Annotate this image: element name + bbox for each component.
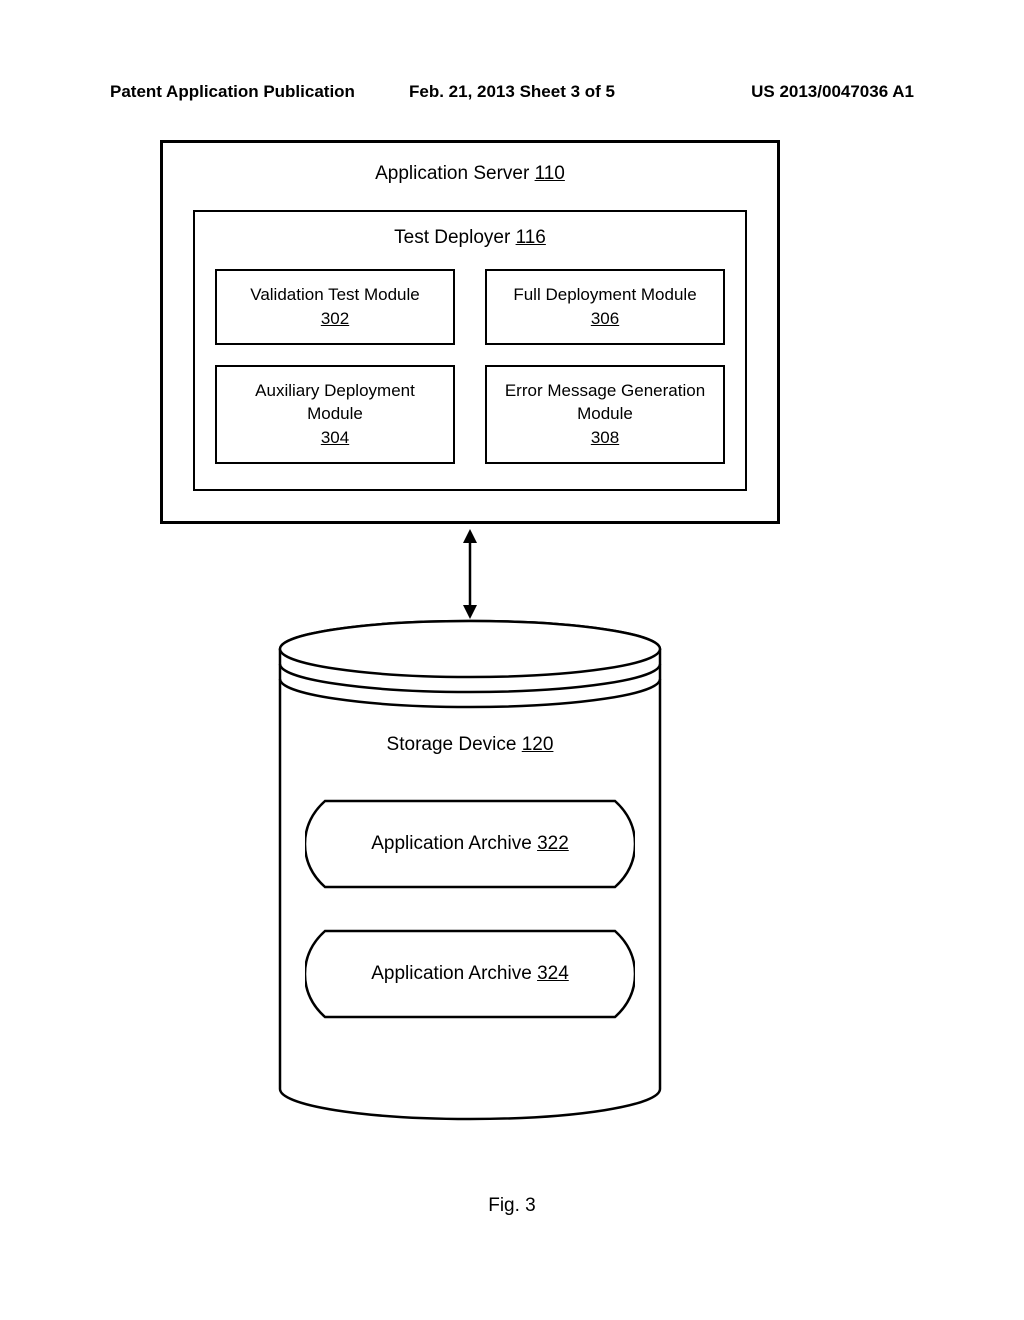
test-deployer-ref: 116 <box>516 227 546 248</box>
storage-device-label: Storage Device <box>387 734 522 755</box>
page-header: Patent Application Publication Feb. 21, … <box>110 82 914 102</box>
storage-device-cylinder: Storage Device 120 Application Archive 3… <box>275 619 665 1129</box>
test-deployer-title: Test Deployer 116 <box>215 227 725 249</box>
application-archive-1-label: Application Archive <box>371 833 537 854</box>
application-server-title: Application Server 110 <box>193 163 747 185</box>
validation-test-module-box: Validation Test Module 302 <box>215 269 455 345</box>
auxiliary-deployment-module-box: Auxiliary Deployment Module 304 <box>215 365 455 464</box>
application-archive-2-label: Application Archive <box>371 963 537 984</box>
full-deployment-module-box: Full Deployment Module 306 <box>485 269 725 345</box>
test-deployer-label: Test Deployer <box>394 227 515 248</box>
error-message-module-label: Error Message Generation Module <box>495 379 715 427</box>
error-message-module-ref: 308 <box>591 428 619 447</box>
storage-device-title: Storage Device 120 <box>275 734 665 756</box>
bidirectional-arrow-icon <box>458 529 482 619</box>
auxiliary-deployment-module-label: Auxiliary Deployment Module <box>225 379 445 427</box>
diagram-container: Application Server 110 Test Deployer 116… <box>160 140 780 1129</box>
application-archive-2-ref: 324 <box>537 963 569 984</box>
header-date-sheet: Feb. 21, 2013 Sheet 3 of 5 <box>378 82 646 102</box>
test-deployer-box: Test Deployer 116 Validation Test Module… <box>193 210 747 491</box>
error-message-module-box: Error Message Generation Module 308 <box>485 365 725 464</box>
auxiliary-deployment-module-ref: 304 <box>321 428 349 447</box>
application-server-ref: 110 <box>535 163 565 184</box>
header-publication: Patent Application Publication <box>110 82 378 102</box>
header-pub-number: US 2013/0047036 A1 <box>646 82 914 102</box>
application-archive-1-box: Application Archive 322 <box>305 799 635 889</box>
figure-label: Fig. 3 <box>0 1195 1024 1217</box>
storage-device-ref: 120 <box>522 734 554 755</box>
application-archive-2-box: Application Archive 324 <box>305 929 635 1019</box>
validation-test-module-label: Validation Test Module <box>225 283 445 307</box>
application-server-label: Application Server <box>375 163 534 184</box>
module-grid: Validation Test Module 302 Full Deployme… <box>215 269 725 464</box>
application-server-box: Application Server 110 Test Deployer 116… <box>160 140 780 524</box>
validation-test-module-ref: 302 <box>321 309 349 328</box>
full-deployment-module-label: Full Deployment Module <box>495 283 715 307</box>
full-deployment-module-ref: 306 <box>591 309 619 328</box>
application-archive-1-ref: 322 <box>537 833 569 854</box>
arrow-container <box>160 524 780 619</box>
